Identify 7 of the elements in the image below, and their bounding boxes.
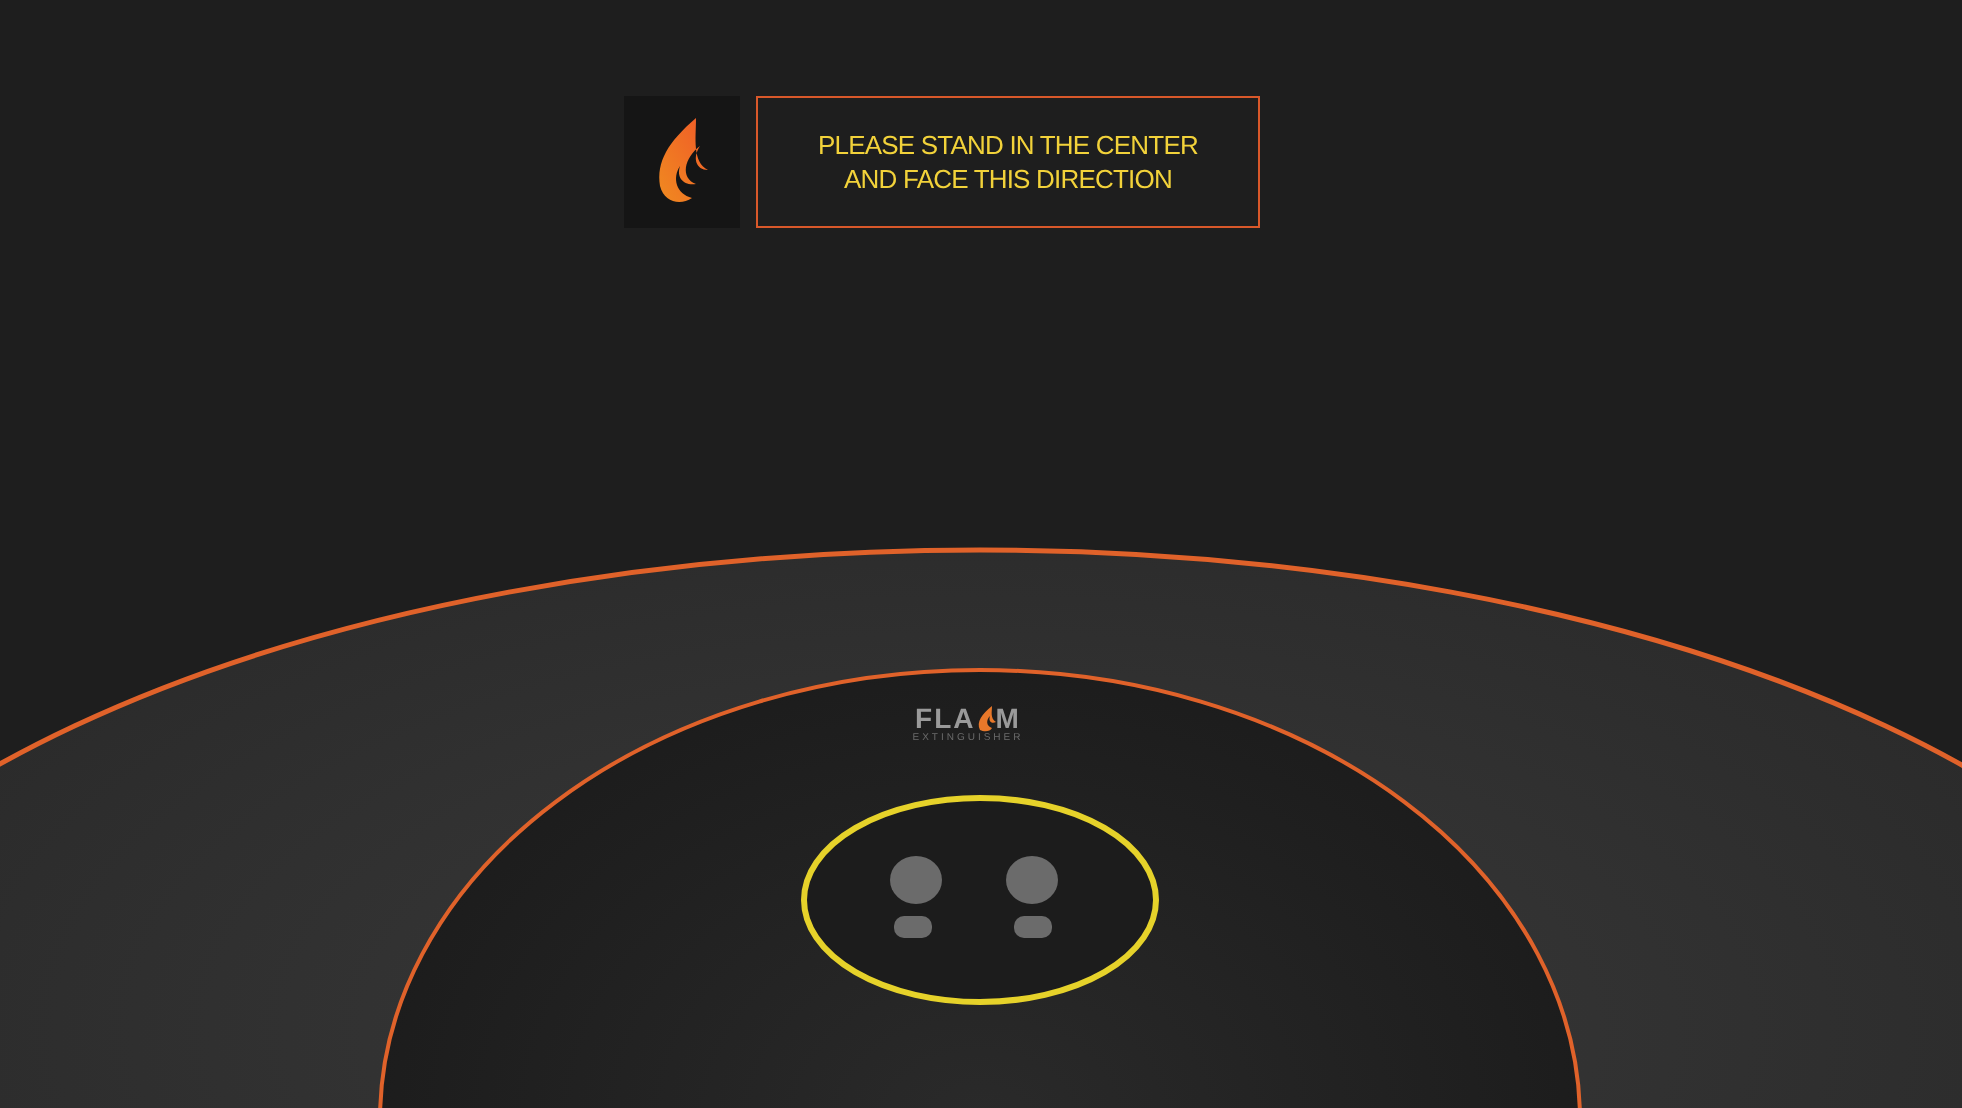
instruction-text: PLEASE STAND IN THE CENTER <box>818 128 1198 162</box>
instruction-text: AND FACE THIS DIRECTION <box>844 162 1172 196</box>
flame-icon <box>975 706 996 732</box>
logo-text: FLA <box>915 704 976 732</box>
logo-text: M <box>995 704 1021 732</box>
flame-logo-icon <box>624 96 740 228</box>
footprints-icon <box>890 856 1058 938</box>
